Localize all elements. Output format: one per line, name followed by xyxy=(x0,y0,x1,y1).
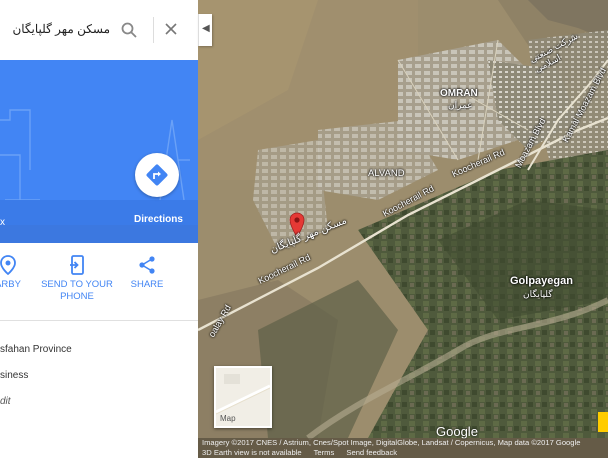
search-icon[interactable] xyxy=(120,21,138,39)
directions-label[interactable]: Directions xyxy=(134,214,183,225)
nearby-label: ARBY xyxy=(0,279,21,290)
satellite-map[interactable]: شرکت صنعتی اسلامی OMRAN عمران ALVAND Kam… xyxy=(198,0,608,458)
search-divider xyxy=(153,17,154,43)
directions-button[interactable] xyxy=(135,153,179,197)
divider xyxy=(0,320,198,321)
map-label-alvand: ALVAND xyxy=(368,168,405,179)
map-label-omran-fa: عمران xyxy=(448,100,473,110)
address-line: sfahan Province xyxy=(0,344,72,355)
send-to-phone-icon xyxy=(70,255,84,275)
business-line[interactable]: siness xyxy=(0,370,28,381)
directions-icon xyxy=(146,164,168,186)
map-type-toggle[interactable]: Map xyxy=(214,366,272,428)
share-button[interactable]: SHARE xyxy=(126,255,168,291)
search-box[interactable]: مسکن مهر گلپایگان xyxy=(0,0,198,60)
terms-link[interactable]: Terms xyxy=(314,448,335,457)
attribution-text: Imagery ©2017 CNES / Astrium, Cnes/Spot … xyxy=(202,438,581,447)
minimap-label: Map xyxy=(220,414,236,423)
place-panel: مسکن مهر گلپایگان Directions x RBY SEND … xyxy=(0,0,198,458)
map-attribution: Imagery ©2017 CNES / Astrium, Cnes/Spot … xyxy=(198,438,608,458)
share-label: SHARE xyxy=(130,279,164,290)
hero-action-label[interactable]: x xyxy=(0,217,5,228)
suggest-edit-link[interactable]: dit xyxy=(0,396,11,407)
collapse-panel-button[interactable]: ◀ xyxy=(198,14,212,46)
search-input[interactable]: مسکن مهر گلپایگان xyxy=(12,22,110,36)
chevron-left-icon: ◀ xyxy=(202,23,210,34)
place-hero-image: Directions x xyxy=(0,60,198,243)
earth-view-notice: 3D Earth view is not available xyxy=(202,448,302,457)
map-label-omran: OMRAN xyxy=(440,88,478,99)
send-to-phone-label: SEND TO YOUR PHONE xyxy=(41,279,113,302)
map-label-city-fa: گلپایگان xyxy=(523,289,553,299)
nearby-button[interactable]: ARBY xyxy=(0,255,24,291)
map-label-city: Golpayegan xyxy=(510,275,573,287)
action-row: ARBY SEND TO YOUR PHONE SHARE xyxy=(0,255,198,315)
share-icon xyxy=(139,256,155,274)
send-feedback-link[interactable]: Send feedback xyxy=(346,448,397,457)
send-to-phone-button[interactable]: SEND TO YOUR PHONE xyxy=(40,255,114,303)
google-logo: Google xyxy=(436,424,478,439)
pegman-button[interactable] xyxy=(598,412,608,432)
close-icon[interactable] xyxy=(162,20,180,38)
location-icon xyxy=(0,255,16,275)
attribution-links: 3D Earth view is not available Terms Sen… xyxy=(202,448,608,458)
